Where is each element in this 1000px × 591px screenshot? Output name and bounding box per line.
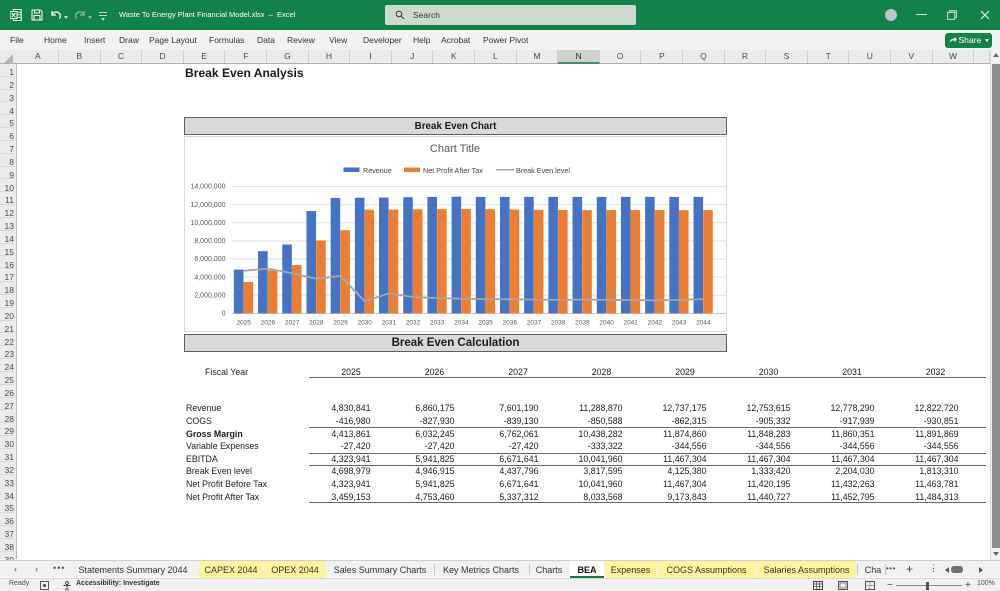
svg-text:2,000,000: 2,000,000	[194, 293, 225, 300]
svg-text:2044: 2044	[696, 319, 711, 326]
svg-text:2036: 2036	[503, 319, 518, 326]
svg-text:10,000,000: 10,000,000	[190, 220, 225, 227]
svg-text:2030: 2030	[357, 319, 372, 326]
svg-text:2043: 2043	[672, 319, 687, 326]
svg-text:Net Profit After Tax: Net Profit After Tax	[423, 166, 483, 175]
svg-text:Break Even level: Break Even level	[516, 166, 570, 175]
svg-text:2034: 2034	[454, 319, 469, 326]
svg-text:2027: 2027	[285, 319, 300, 326]
svg-text:Revenue: Revenue	[363, 166, 392, 175]
svg-text:2041: 2041	[623, 319, 638, 326]
svg-text:2038: 2038	[551, 319, 566, 326]
svg-text:2040: 2040	[599, 319, 614, 326]
svg-text:14,000,000: 14,000,000	[190, 184, 225, 191]
svg-text:12,000,000: 12,000,000	[190, 202, 225, 209]
svg-text:2025: 2025	[236, 319, 251, 326]
svg-text:2042: 2042	[648, 319, 663, 326]
svg-text:2032: 2032	[406, 319, 421, 326]
svg-text:2033: 2033	[430, 319, 445, 326]
svg-text:2028: 2028	[309, 319, 324, 326]
svg-text:2035: 2035	[478, 319, 493, 326]
svg-text:2026: 2026	[261, 319, 276, 326]
svg-text:Chart Title: Chart Title	[430, 143, 480, 155]
svg-text:2031: 2031	[382, 319, 397, 326]
svg-text:2037: 2037	[527, 319, 542, 326]
svg-text:2029: 2029	[333, 319, 348, 326]
svg-text:0: 0	[222, 311, 226, 318]
svg-text:4,000,000: 4,000,000	[194, 274, 225, 281]
svg-text:8,000,000: 8,000,000	[194, 238, 225, 245]
svg-text:2039: 2039	[575, 319, 590, 326]
svg-text:6,000,000: 6,000,000	[194, 256, 225, 263]
